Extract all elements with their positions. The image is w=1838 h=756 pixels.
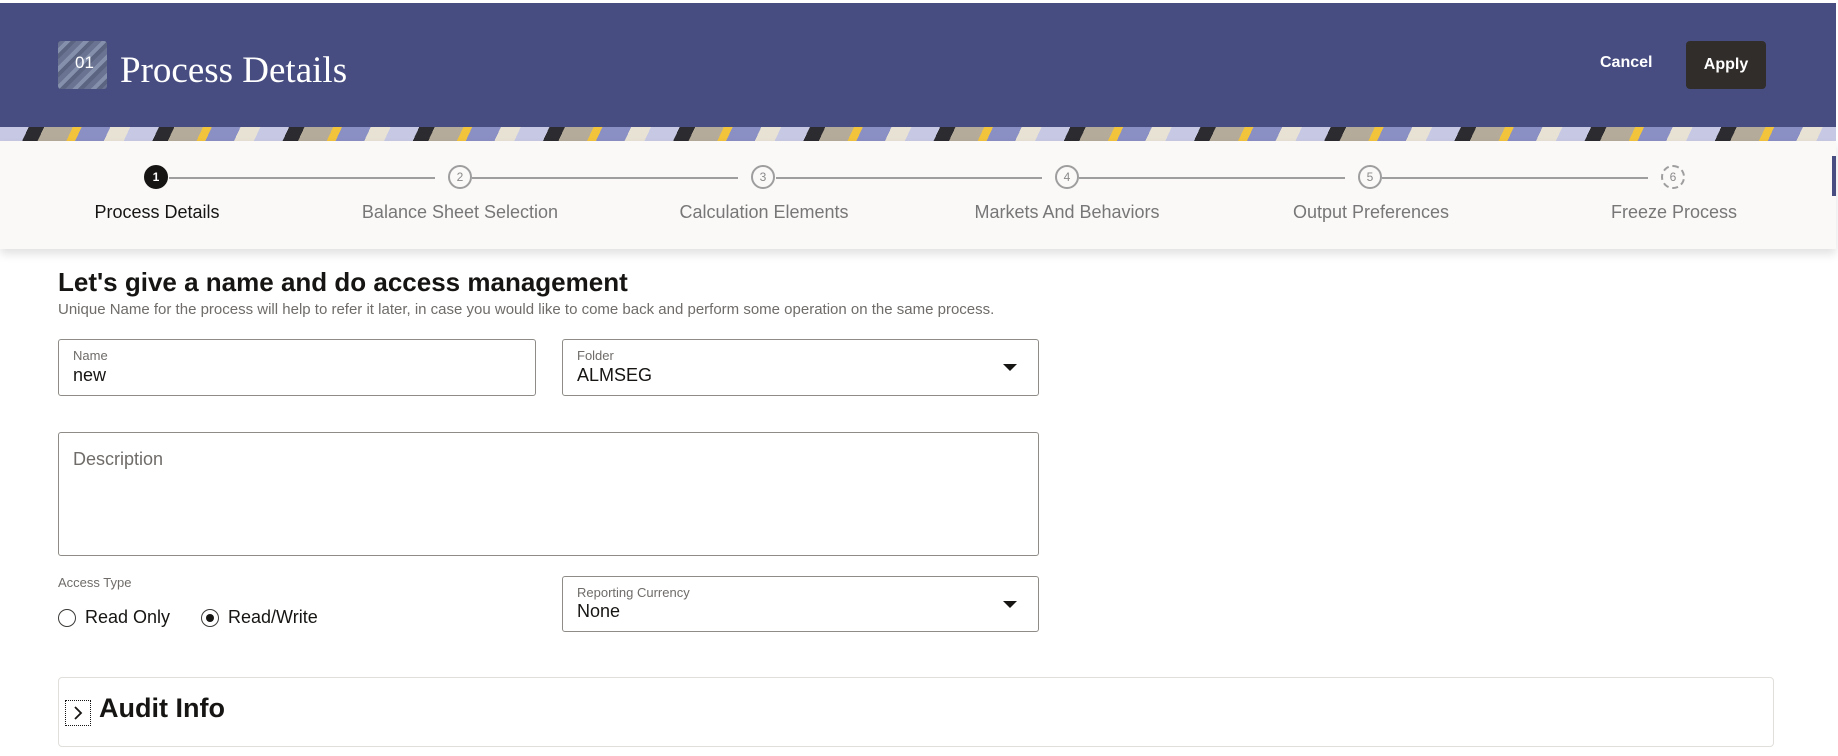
section-subheading: Unique Name for the process will help to… — [58, 301, 995, 318]
train-step-2-indicator[interactable]: 2 — [448, 165, 472, 189]
audit-info-section: Audit Info — [58, 677, 1774, 747]
train-step-2-label[interactable]: Balance Sheet Selection — [340, 202, 580, 223]
folder-select-value[interactable]: ALMSEG — [577, 365, 652, 386]
dropdown-caret-icon[interactable] — [1003, 601, 1017, 608]
radio-read-write-label[interactable]: Read/Write — [228, 607, 318, 628]
expand-chevron-icon[interactable] — [65, 700, 91, 726]
description-placeholder: Description — [73, 449, 164, 469]
cancel-button[interactable]: Cancel — [1600, 47, 1652, 79]
process-train: 1 Process Details 2 Balance Sheet Select… — [0, 141, 1836, 249]
radio-read-only-label[interactable]: Read Only — [85, 607, 170, 628]
folder-select[interactable]: Folder ALMSEG — [562, 339, 1039, 396]
reporting-currency-value[interactable]: None — [577, 601, 620, 622]
radio-read-only[interactable]: Read Only — [58, 607, 170, 628]
reporting-currency-label: Reporting Currency — [577, 585, 690, 600]
page-header: 01 Process Details Cancel Apply — [0, 3, 1836, 127]
train-step-3-label[interactable]: Calculation Elements — [644, 202, 884, 223]
train-step-4-label[interactable]: Markets And Behaviors — [947, 202, 1187, 223]
section-heading: Let's give a name and do access manageme… — [58, 267, 628, 297]
folder-select-label: Folder — [577, 348, 614, 363]
name-field-label: Name — [73, 348, 108, 363]
train-connector — [776, 177, 1042, 179]
train-connector — [1079, 177, 1345, 179]
train-connector — [1382, 177, 1648, 179]
dropdown-caret-icon[interactable] — [1003, 364, 1017, 371]
scrollbar-thumb[interactable] — [1832, 156, 1836, 196]
name-field[interactable]: Name new — [58, 339, 536, 396]
audit-info-title[interactable]: Audit Info — [99, 693, 225, 724]
radio-checked-icon[interactable] — [201, 608, 219, 627]
page-title: Process Details — [120, 50, 348, 91]
train-step-5-label[interactable]: Output Preferences — [1251, 202, 1491, 223]
radio-read-write[interactable]: Read/Write — [201, 607, 318, 628]
train-step-6-label[interactable]: Freeze Process — [1554, 202, 1794, 223]
train-step-4-indicator[interactable]: 4 — [1055, 165, 1079, 189]
train-step-1-label[interactable]: Process Details — [37, 202, 277, 223]
train-step-6-indicator[interactable]: 6 — [1661, 165, 1685, 189]
step-badge: 01 — [58, 41, 107, 89]
radio-unchecked-icon[interactable] — [58, 608, 76, 627]
apply-button[interactable]: Apply — [1686, 41, 1766, 89]
train-step-3-indicator[interactable]: 3 — [751, 165, 775, 189]
train-step-1-indicator[interactable]: 1 — [144, 165, 168, 189]
name-field-value[interactable]: new — [73, 365, 106, 386]
train-connector — [169, 177, 435, 179]
access-type-label: Access Type — [58, 575, 132, 590]
decorative-pattern-strip — [0, 127, 1836, 141]
description-field[interactable]: Description — [58, 432, 1039, 556]
reporting-currency-select[interactable]: Reporting Currency None — [562, 576, 1039, 632]
train-step-5-indicator[interactable]: 5 — [1358, 165, 1382, 189]
train-connector — [472, 177, 738, 179]
step-badge-number: 01 — [75, 53, 94, 72]
